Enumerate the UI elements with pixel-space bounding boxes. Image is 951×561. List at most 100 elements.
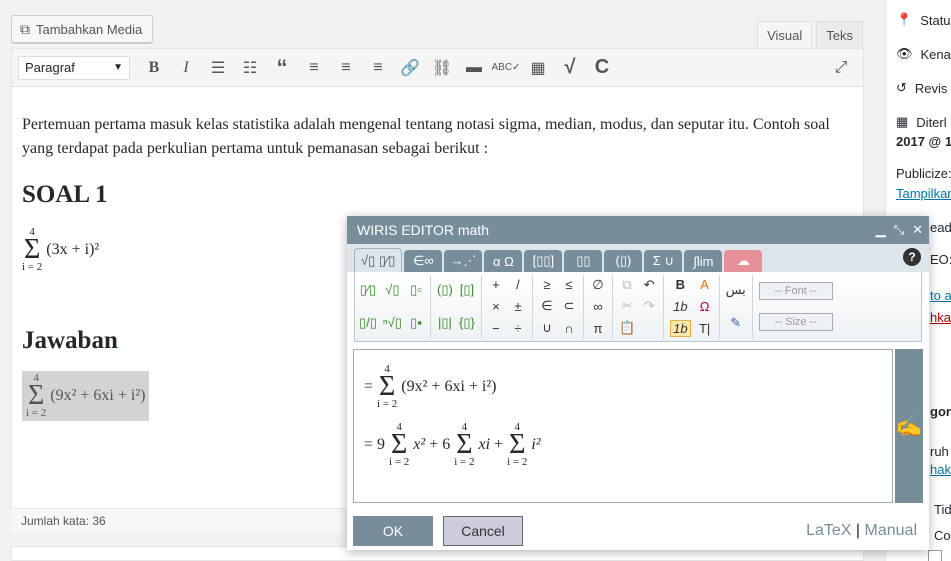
publicize-link[interactable]: Tampilkan <box>896 186 951 201</box>
font-select[interactable]: -- Font -- <box>758 281 833 300</box>
handwriting-toggle[interactable]: ✍ <box>895 349 923 503</box>
spellcheck-icon[interactable]: ABC✓ <box>490 53 522 83</box>
fraction-icon[interactable]: ▯⁄▯ <box>359 282 377 298</box>
eye-icon: 👁 <box>896 46 913 61</box>
undo-icon[interactable]: ↶ <box>641 277 657 293</box>
tab-calculus[interactable]: ∫lim <box>684 250 723 272</box>
braces-icon[interactable]: {▯} <box>459 315 475 331</box>
bold-icon[interactable]: B <box>670 277 690 292</box>
blockquote-icon[interactable]: “ <box>266 53 298 83</box>
manual-link[interactable]: Manual <box>865 522 917 539</box>
plus-icon[interactable]: + <box>488 277 504 292</box>
tab-greek[interactable]: α Ω <box>484 250 523 272</box>
subset-icon[interactable]: ⊂ <box>561 298 577 314</box>
align-left-icon[interactable]: ≡ <box>298 53 330 83</box>
seo-link-1[interactable]: to a <box>930 288 951 303</box>
wiris-formula-icon[interactable]: √ <box>554 53 586 83</box>
rtl-icon[interactable]: بس <box>726 282 746 298</box>
sigma-icon: Σ <box>509 429 526 460</box>
geq-icon[interactable]: ≥ <box>539 277 555 292</box>
superscript-icon[interactable]: ▯▫ <box>408 282 424 298</box>
intersection-icon[interactable]: ∩ <box>561 321 577 336</box>
tab-matrices[interactable]: [▯▯] <box>524 250 563 272</box>
category-item-2[interactable]: Co <box>934 528 951 543</box>
times-icon[interactable]: × <box>488 299 504 314</box>
calendar-icon: ▦ <box>896 114 909 129</box>
plusminus-icon[interactable]: ± <box>510 299 526 314</box>
infinity-icon[interactable]: ∞ <box>590 299 606 314</box>
toolbar-toggle-icon[interactable]: ▦ <box>522 53 554 83</box>
help-icon[interactable]: ? <box>903 248 921 266</box>
minus-icon[interactable]: − <box>488 321 504 336</box>
close-icon[interactable]: ✕ <box>912 222 923 238</box>
tab-brackets[interactable]: (▯) <box>604 250 643 272</box>
tab-general[interactable]: √▯ ▯⁄▯ <box>354 248 403 272</box>
text-mode-icon[interactable]: T| <box>697 321 713 336</box>
divide-icon[interactable]: ÷ <box>510 321 526 336</box>
leq-icon[interactable]: ≤ <box>561 277 577 292</box>
special-char-icon[interactable]: Ω <box>697 299 713 314</box>
brackets-icon[interactable]: [▯] <box>459 282 475 298</box>
copy-icon[interactable]: ⧉ <box>619 277 635 293</box>
text-color-icon[interactable]: A <box>697 277 713 292</box>
italic-number-icon[interactable]: 1b <box>670 299 690 314</box>
minimize-icon[interactable]: ▁ <box>876 222 886 238</box>
fullscreen-icon[interactable]: ⤢ <box>825 53 857 83</box>
size-select[interactable]: -- Size -- <box>758 313 833 332</box>
tab-symbols[interactable]: ∈∞ <box>404 250 443 272</box>
hand-icon[interactable]: ✎ <box>726 315 746 331</box>
sigma-icon: Σ <box>23 234 41 265</box>
tab-arrows[interactable]: →⋰ <box>444 250 483 272</box>
cut-icon[interactable]: ✂ <box>619 298 635 314</box>
empty-set-icon[interactable]: ∅ <box>590 277 606 293</box>
tab-visual[interactable]: Visual <box>757 21 813 49</box>
category-item-1[interactable]: Tid <box>934 502 951 517</box>
bullet-list-icon[interactable]: ☰ <box>202 53 234 83</box>
nroot-icon[interactable]: ⁿ√▯ <box>383 315 402 331</box>
sigma-icon: Σ <box>27 380 45 411</box>
maximize-icon[interactable]: ⤡ <box>894 222 904 238</box>
category-tab-popular[interactable]: haka <box>930 462 951 477</box>
formula-soal[interactable]: 4 Σ i = 2 (3x + i)² <box>22 227 99 273</box>
align-right-icon[interactable]: ≡ <box>362 53 394 83</box>
tab-scripts[interactable]: ▯▯ <box>564 250 603 272</box>
tab-contextual[interactable]: ☁ <box>724 250 763 272</box>
formula-input[interactable]: = 4 Σ i = 2 (9x² + 6xi + i²) = 9 4 Σ i =… <box>353 349 893 503</box>
seo-link-2[interactable]: hka <box>930 310 951 325</box>
numbered-list-icon[interactable]: ☷ <box>234 53 266 83</box>
slash-icon[interactable]: / <box>510 277 526 292</box>
sqrt-icon[interactable]: √▯ <box>383 282 402 298</box>
media-icon: ⧉ <box>20 20 30 37</box>
wiris-toolbar-tabs: √▯ ▯⁄▯ ∈∞ →⋰ α Ω [▯▯] ▯▯ (▯) Σ ∪ ∫lim ☁ … <box>347 244 929 272</box>
format-select[interactable]: Paragraf ▼ <box>18 55 130 80</box>
cancel-button[interactable]: Cancel <box>443 516 523 546</box>
link-icon[interactable]: 🔗 <box>394 53 426 83</box>
formula-jawaban[interactable]: 4 Σ i = 2 (9x² + 6xi + i²) <box>22 371 150 421</box>
read-more-icon[interactable]: ▬ <box>458 53 490 83</box>
paste-icon[interactable]: 📋 <box>619 320 635 336</box>
italic-icon[interactable]: I <box>170 53 202 83</box>
abs-icon[interactable]: |▯| <box>437 315 453 331</box>
element-of-icon[interactable]: ∈ <box>539 298 555 314</box>
bevelled-fraction-icon[interactable]: ▯/▯ <box>359 315 377 331</box>
category-checkbox[interactable] <box>928 550 942 561</box>
wiris-chem-icon[interactable]: C <box>586 53 618 83</box>
union-icon[interactable]: ∪ <box>539 320 555 336</box>
tab-big-operators[interactable]: Σ ∪ <box>644 250 683 272</box>
latex-link[interactable]: LaTeX <box>806 522 851 539</box>
redo-icon[interactable]: ↷ <box>641 298 657 314</box>
tab-text[interactable]: Teks <box>816 21 863 48</box>
ok-button[interactable]: OK <box>353 516 433 546</box>
readability-label: eada <box>930 220 951 235</box>
bold-icon[interactable]: B <box>138 53 170 83</box>
handwriting-icon: ✍ <box>895 413 923 438</box>
align-center-icon[interactable]: ≡ <box>330 53 362 83</box>
auto-italic-icon[interactable]: 1b <box>670 319 691 337</box>
add-media-button[interactable]: ⧉ Tambahkan Media <box>11 15 154 43</box>
status-row: 📍Status <box>896 12 951 28</box>
subscript-icon[interactable]: ▯▪ <box>408 315 424 331</box>
pi-icon[interactable]: π <box>590 321 606 336</box>
parentheses-icon[interactable]: (▯) <box>437 282 453 298</box>
category-tab-all[interactable]: ruh <box>930 444 949 459</box>
unlink-icon[interactable]: ⛓ <box>426 53 458 83</box>
